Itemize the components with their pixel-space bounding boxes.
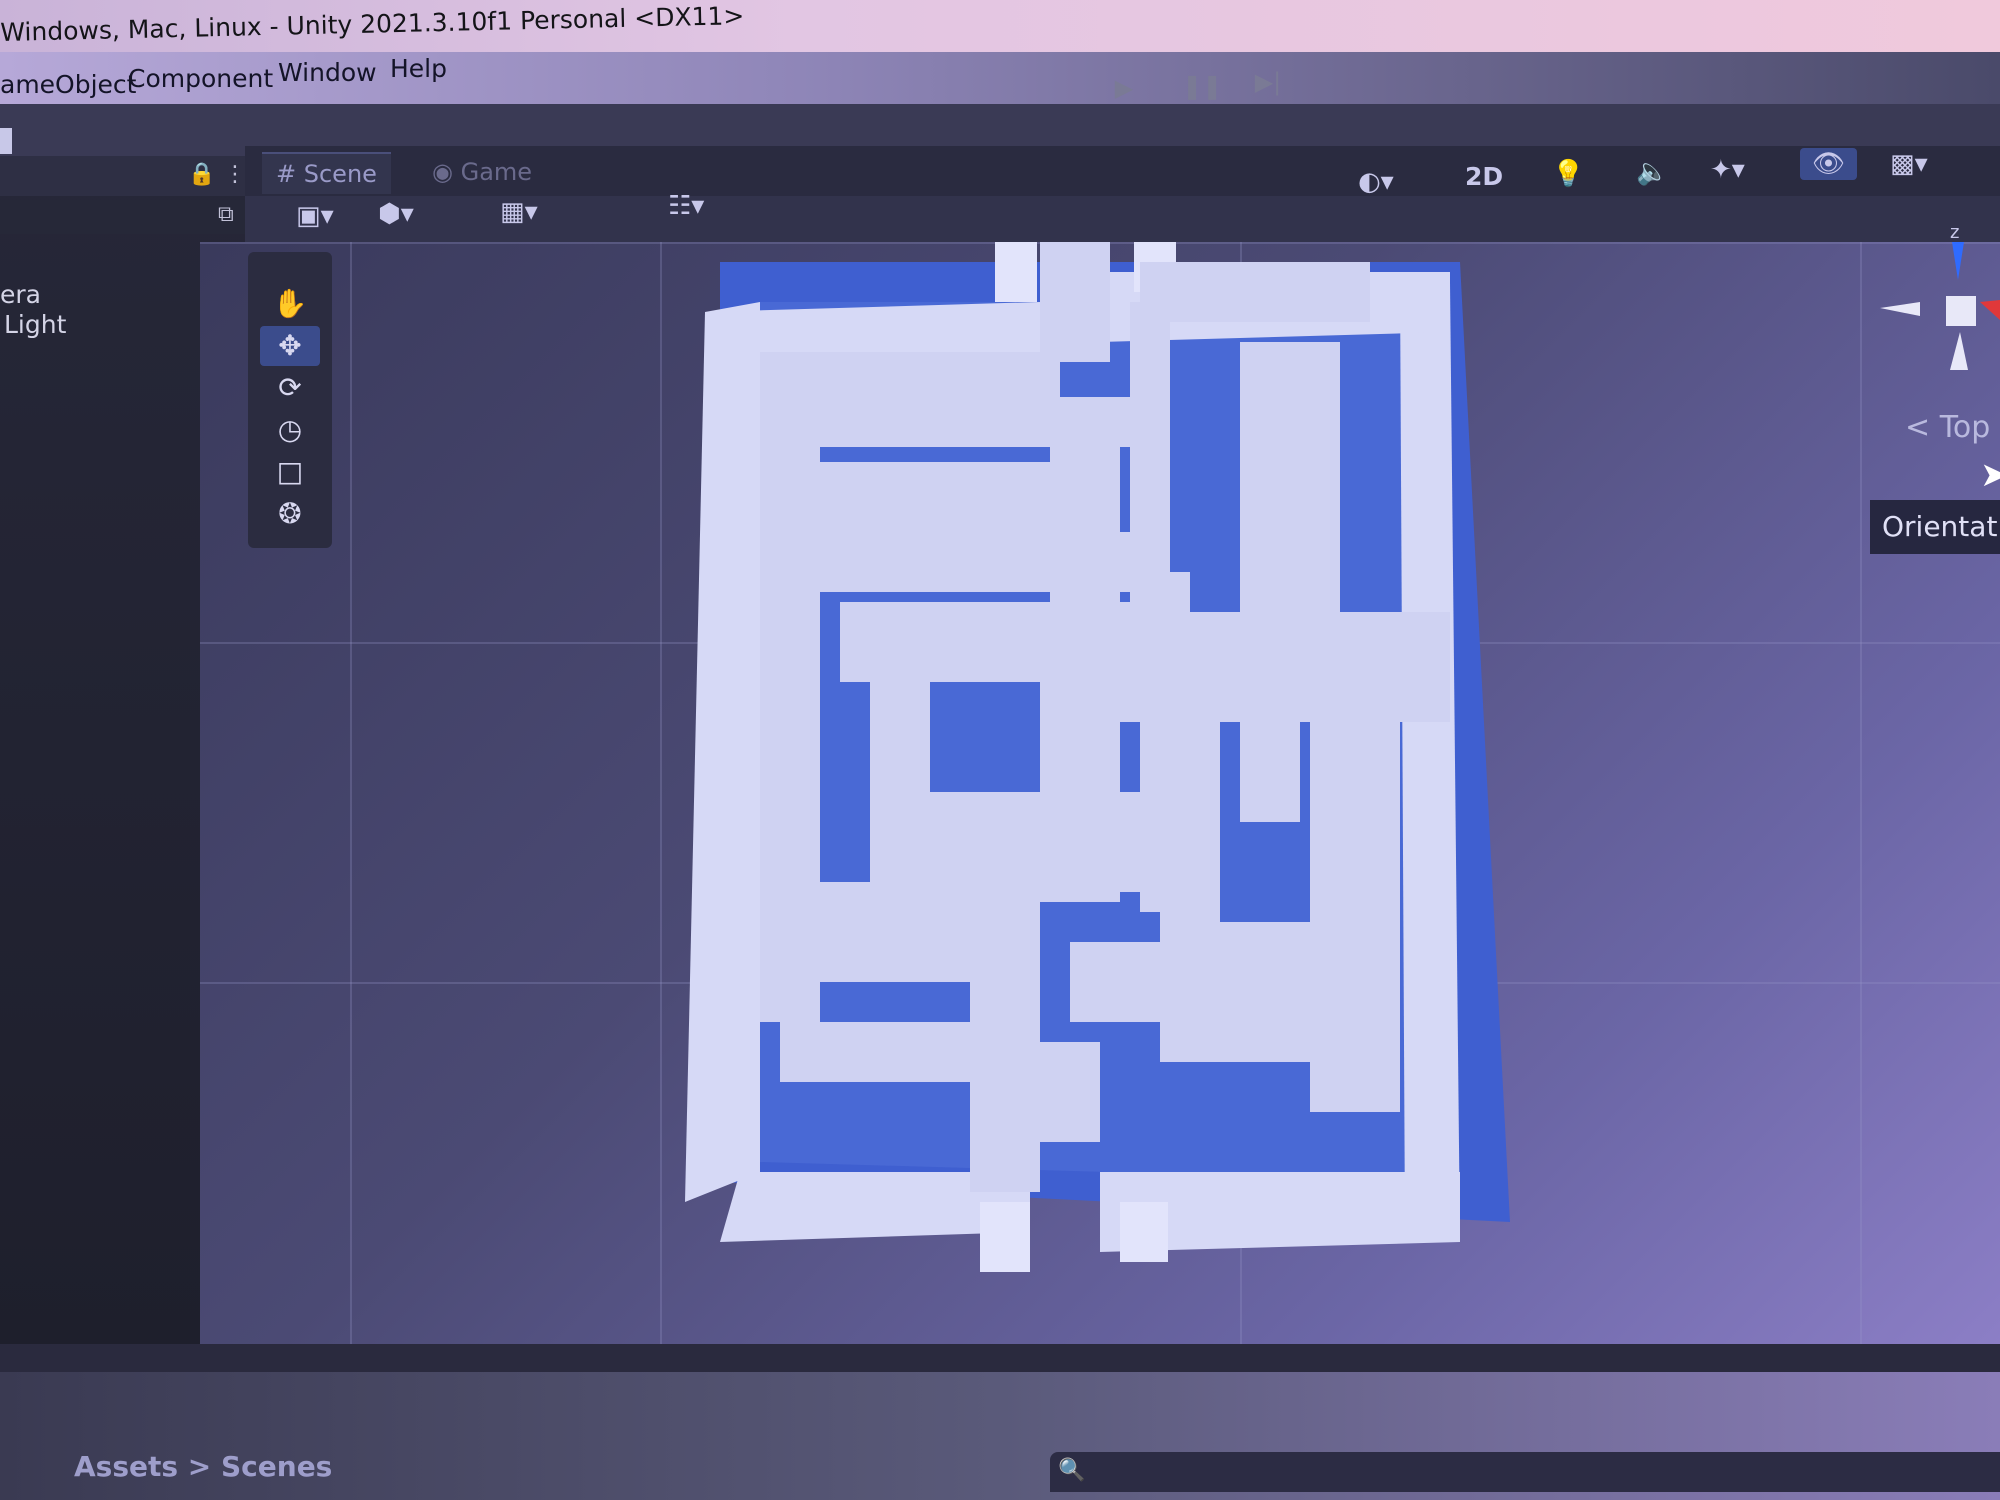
- camera-settings-icon[interactable]: ▩▾: [1890, 148, 1928, 180]
- scale-tool-icon[interactable]: ◷: [260, 410, 320, 450]
- account-button[interactable]: [0, 128, 12, 154]
- scene-viewport[interactable]: [200, 242, 2000, 1392]
- tools-palette: ✋ ✥ ⟳ ◷ □ ❂: [248, 252, 332, 548]
- kebab-menu-icon[interactable]: ⋮: [224, 162, 246, 187]
- scene-visibility-icon[interactable]: 👁: [1800, 148, 1858, 180]
- pause-icon[interactable]: ❚❚: [1182, 72, 1222, 100]
- hash-icon: #: [276, 160, 297, 188]
- maze-mesh[interactable]: [200, 242, 2000, 1392]
- menu-help[interactable]: Help: [390, 54, 447, 83]
- gizmo-y-cone[interactable]: [1950, 332, 1968, 370]
- ruler-icon[interactable]: ☷▾: [668, 190, 704, 222]
- hierarchy-search[interactable]: [0, 200, 245, 234]
- hierarchy-item-camera[interactable]: era: [0, 280, 41, 309]
- chevron-left-icon: <: [1905, 410, 1931, 445]
- hand-tool-icon[interactable]: ✋: [260, 284, 320, 324]
- gizmo-z-cone[interactable]: [1952, 242, 1964, 280]
- shading-mode-icon[interactable]: ◐▾: [1358, 166, 1394, 198]
- transform-tool-icon[interactable]: ❂: [260, 494, 320, 534]
- lock-icon[interactable]: 🔒: [188, 162, 215, 187]
- view-orientation-text: Top: [1939, 410, 1991, 445]
- maximize-icon[interactable]: ⧉: [218, 202, 234, 227]
- search-icon: 🔍: [1058, 1458, 1086, 1483]
- gizmo-z-label: z: [1950, 222, 1959, 243]
- gizmo-x-neg-cone[interactable]: [1880, 302, 1920, 316]
- effects-icon[interactable]: ✦▾: [1710, 154, 1745, 186]
- hierarchy-item-light[interactable]: Light: [4, 310, 66, 339]
- orientation-gizmo[interactable]: z: [1870, 220, 2000, 380]
- tooltip: Orientation: [1870, 500, 2000, 554]
- menu-gameobject[interactable]: ameObject: [0, 70, 136, 99]
- mouse-cursor-icon: ➤: [1980, 455, 2000, 495]
- gizmo-x-cone[interactable]: [1980, 300, 2000, 320]
- tab-game-label: Game: [460, 158, 533, 186]
- breadcrumb[interactable]: Assets > Scenes: [74, 1450, 332, 1483]
- gizmo-center-cube[interactable]: [1946, 296, 1976, 326]
- lighting-icon[interactable]: 💡: [1552, 158, 1584, 190]
- audio-icon[interactable]: 🔈: [1636, 156, 1668, 188]
- window-title: Windows, Mac, Linux - Unity 2021.3.10f1 …: [0, 1, 745, 47]
- draw-mode-icon[interactable]: ▣▾: [296, 200, 334, 232]
- tab-scene[interactable]: # Scene: [262, 152, 391, 194]
- play-icon[interactable]: ▶: [1110, 74, 1138, 102]
- tab-scene-label: Scene: [303, 160, 377, 188]
- panel-divider: [0, 1344, 2000, 1372]
- rect-tool-icon[interactable]: □: [260, 452, 320, 492]
- move-tool-icon[interactable]: ✥: [260, 326, 320, 366]
- view-orientation-label[interactable]: < Top: [1905, 410, 1990, 445]
- step-icon[interactable]: ▶|: [1254, 68, 1282, 96]
- global-toggle-icon[interactable]: ⬢▾: [378, 198, 414, 230]
- grid-snap-icon[interactable]: ▦▾: [500, 196, 538, 228]
- project-search-input[interactable]: [1050, 1452, 2000, 1492]
- rotate-tool-icon[interactable]: ⟳: [260, 368, 320, 408]
- mode-2d-toggle[interactable]: 2D: [1465, 162, 1503, 191]
- gamepad-icon: ◉: [432, 158, 453, 186]
- menu-component[interactable]: Component: [128, 64, 273, 93]
- menu-window[interactable]: Window: [278, 58, 377, 87]
- tab-game[interactable]: ◉ Game: [418, 152, 546, 192]
